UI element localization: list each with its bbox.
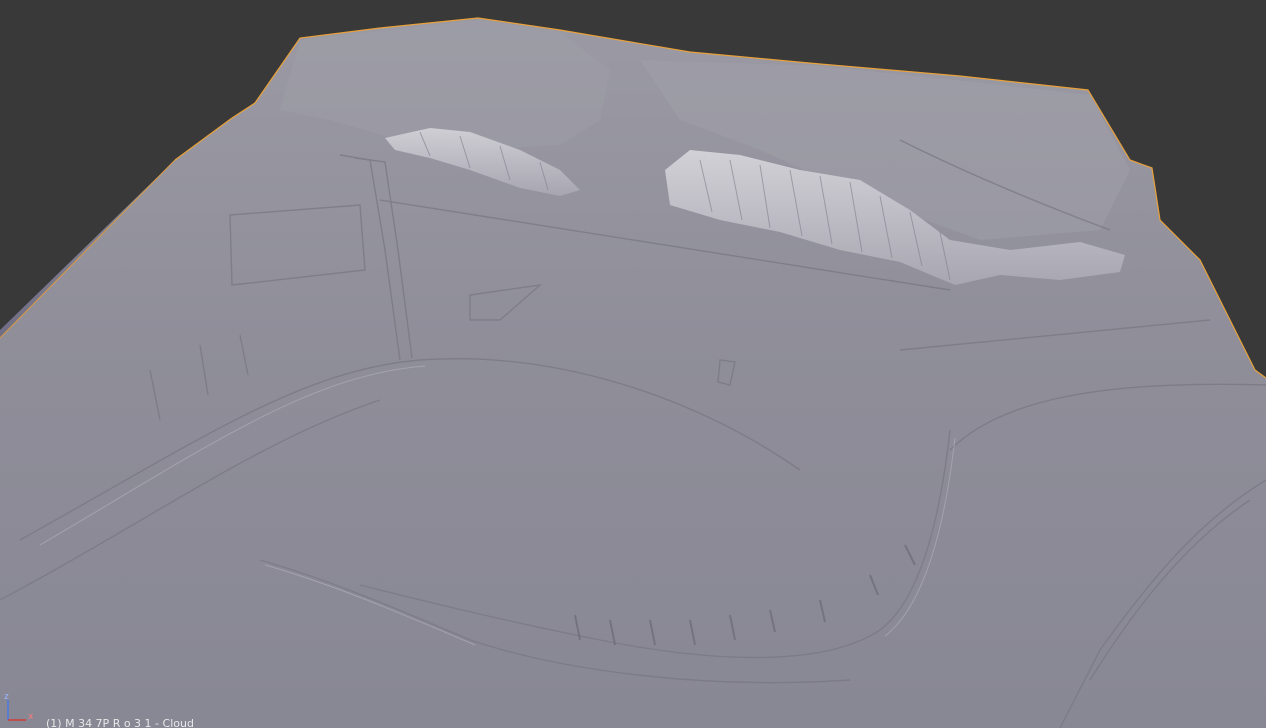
3d-viewport[interactable]: z x (1) M 34 7P R o 3 1 - Cloud: [0, 0, 1266, 728]
axis-z-label: z: [4, 692, 9, 702]
terrain-mesh[interactable]: [0, 0, 1266, 728]
axis-x-label: x: [28, 712, 34, 722]
object-name-label: (1) M 34 7P R o 3 1 - Cloud: [46, 717, 194, 728]
axis-gizmo-icon: z x: [4, 692, 34, 722]
